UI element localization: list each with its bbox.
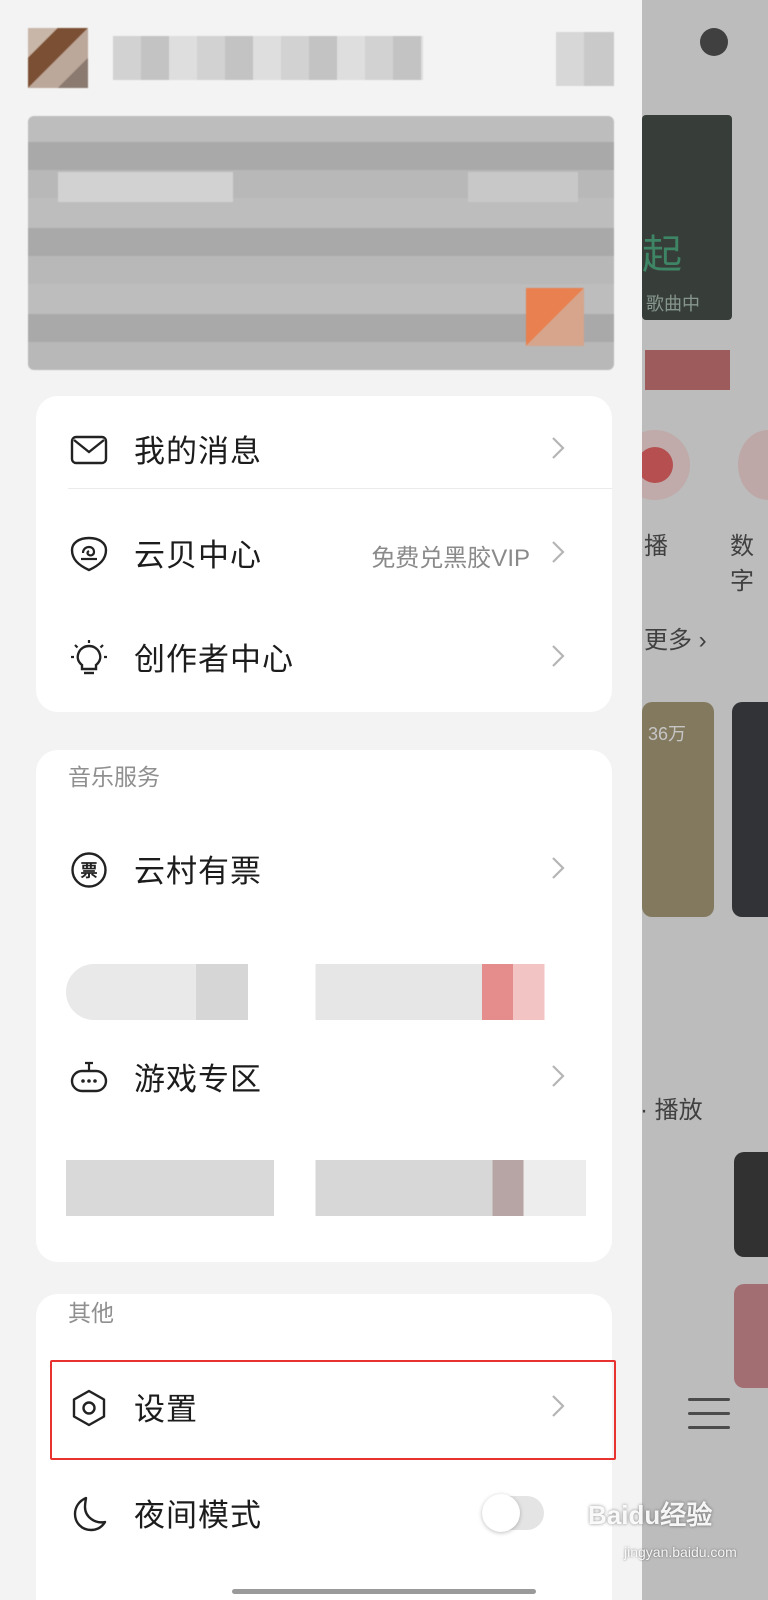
- moon-icon: [73, 1496, 107, 1532]
- watermark-logo: Baidu经验: [588, 1500, 713, 1530]
- watermark-url: jingyan.baidu.com: [624, 1544, 737, 1560]
- divider: [68, 488, 612, 489]
- menu-item-game-zone[interactable]: 游戏专区: [36, 1024, 612, 1130]
- menu-item-label: 创作者中心: [134, 642, 294, 677]
- avatar[interactable]: [28, 28, 88, 88]
- gamepad-icon: [70, 1061, 108, 1093]
- chevron-right-icon: [552, 541, 565, 563]
- home-indicator[interactable]: [232, 1589, 536, 1594]
- mail-icon: [70, 435, 108, 465]
- menu-item-my-messages[interactable]: 我的消息: [36, 396, 612, 502]
- menu-item-pixelated[interactable]: [66, 1160, 586, 1216]
- chevron-right-icon: [552, 645, 565, 667]
- vip-banner-text-block: [58, 172, 233, 202]
- account-menu-card: 我的消息 云贝中心 免费兑黑胶VIP 创作者中心: [36, 396, 612, 712]
- menu-item-subtitle: 免费兑黑胶VIP: [371, 545, 530, 572]
- menu-item-label: 夜间模式: [134, 1498, 262, 1533]
- vip-banner-pixelated[interactable]: [28, 116, 614, 370]
- menu-item-pixelated[interactable]: [66, 964, 586, 1020]
- side-drawer: 我的消息 云贝中心 免费兑黑胶VIP 创作者中心 音乐服务 票 云村有票 游戏专…: [0, 0, 642, 1600]
- chevron-right-icon: [552, 1065, 565, 1087]
- menu-item-cloud-village-tickets[interactable]: 票 云村有票: [36, 816, 612, 922]
- music-services-card: 音乐服务 票 云村有票 游戏专区: [36, 750, 612, 1262]
- chevron-right-icon: [552, 437, 565, 459]
- menu-item-creator-center[interactable]: 创作者中心: [36, 604, 612, 710]
- night-mode-toggle[interactable]: [482, 1494, 544, 1532]
- username-pixelated: [113, 36, 423, 80]
- cloud-shell-icon: [70, 536, 108, 572]
- profile-header-pixelated[interactable]: [28, 28, 614, 88]
- toggle-knob: [482, 1494, 520, 1532]
- section-title-others: 其他: [68, 1300, 114, 1326]
- menu-item-label: 游戏专区: [134, 1062, 262, 1097]
- menu-item-label: 云贝中心: [134, 538, 262, 573]
- drawer-overlay-scrim[interactable]: [642, 0, 768, 1600]
- vip-banner-text-block-2: [468, 172, 578, 202]
- section-title-music-services: 音乐服务: [68, 764, 160, 790]
- scan-icon-pixelated[interactable]: [556, 32, 614, 86]
- ticket-icon: 票: [71, 852, 107, 888]
- lightbulb-icon: [71, 640, 107, 675]
- menu-item-cloud-shell-center[interactable]: 云贝中心 免费兑黑胶VIP: [36, 500, 612, 606]
- chevron-right-icon: [552, 857, 565, 879]
- settings-highlight-annotation: [50, 1360, 616, 1460]
- menu-item-label: 我的消息: [134, 434, 262, 469]
- svg-text:票: 票: [81, 862, 98, 882]
- menu-item-label: 云村有票: [134, 854, 262, 889]
- vip-banner-button[interactable]: [526, 288, 584, 346]
- menu-item-night-mode[interactable]: 夜间模式: [36, 1460, 612, 1566]
